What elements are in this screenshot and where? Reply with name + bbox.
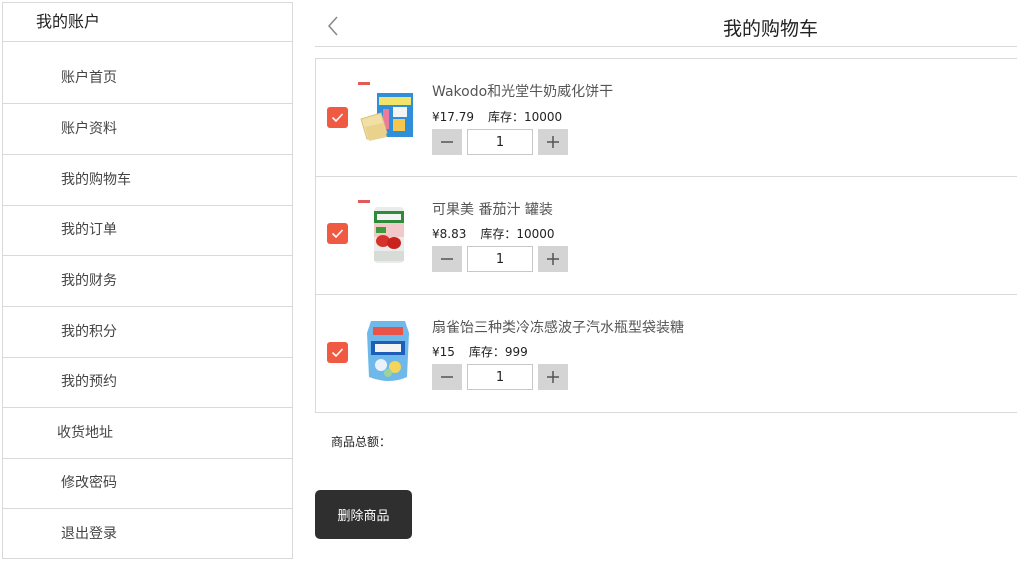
checkmark-icon xyxy=(331,229,344,239)
cart-list: Wakodo和光堂牛奶威化饼干 ¥17.79 库存：10000 1 可果美 番茄… xyxy=(315,58,1017,413)
product-price: ¥17.79 xyxy=(432,110,474,124)
plus-icon xyxy=(547,253,559,265)
sidebar-item-my-finance[interactable]: 我的财务 xyxy=(3,256,292,307)
sidebar-item-label: 修改密码 xyxy=(61,475,117,491)
cart-item: 扇雀饴三种类冷冻感波子汽水瓶型袋装糖 ¥15 库存：999 xyxy=(316,295,1017,413)
quantity-input[interactable] xyxy=(467,364,533,390)
account-sidebar: 我的账户 账户首页 账户资料 我的购物车 我的订单 我的财务 我的积分 我的预约… xyxy=(2,2,293,559)
sidebar-item-label: 我的订单 xyxy=(61,222,117,238)
product-stock: 库存：10000 xyxy=(488,110,563,124)
chevron-left-icon[interactable] xyxy=(323,13,343,39)
minus-icon xyxy=(441,376,453,378)
sidebar-item-account-home[interactable]: 账户首页 xyxy=(3,53,292,104)
sidebar-item-account-info[interactable]: 账户资料 xyxy=(3,104,292,155)
product-name[interactable]: Wakodo和光堂牛奶威化饼干 xyxy=(432,81,613,101)
product-name[interactable]: 扇雀饴三种类冷冻感波子汽水瓶型袋装糖 xyxy=(432,317,684,337)
checkmark-icon xyxy=(331,113,344,123)
ramune-candy-bag-image xyxy=(367,321,409,381)
increase-quantity-button[interactable] xyxy=(538,246,568,272)
sidebar-item-label: 退出登录 xyxy=(61,526,117,542)
product-meta: ¥15 库存：999 xyxy=(432,343,528,360)
sidebar-item-label: 我的积分 xyxy=(61,324,117,340)
sidebar-item-label: 我的预约 xyxy=(61,374,117,390)
sidebar-item-shipping-address[interactable]: 收货地址 xyxy=(3,408,292,459)
page-header: 我的购物车 xyxy=(315,5,1017,47)
product-price: ¥15 xyxy=(432,345,455,359)
product-meta: ¥8.83 库存：10000 xyxy=(432,225,555,242)
product-name[interactable]: 可果美 番茄汁 罐装 xyxy=(432,199,553,219)
plus-icon xyxy=(547,371,559,383)
increase-quantity-button[interactable] xyxy=(538,364,568,390)
product-image[interactable] xyxy=(357,79,419,151)
tomato-juice-can-image xyxy=(358,200,404,263)
cart-item: Wakodo和光堂牛奶威化饼干 ¥17.79 库存：10000 xyxy=(316,59,1017,177)
sidebar-item-my-orders[interactable]: 我的订单 xyxy=(3,205,292,256)
decrease-quantity-button[interactable] xyxy=(432,246,462,272)
sidebar-item-my-reservations[interactable]: 我的预约 xyxy=(3,357,292,408)
minus-icon xyxy=(441,141,453,143)
sidebar-item-label: 账户资料 xyxy=(61,121,117,137)
delete-items-button[interactable]: 删除商品 xyxy=(315,490,412,539)
decrease-quantity-button[interactable] xyxy=(432,129,462,155)
product-meta: ¥17.79 库存：10000 xyxy=(432,108,562,125)
quantity-input[interactable] xyxy=(467,246,533,272)
product-image[interactable] xyxy=(357,313,419,385)
cart-item: 可果美 番茄汁 罐装 ¥8.83 库存：10000 xyxy=(316,177,1017,295)
sidebar-item-logout[interactable]: 退出登录 xyxy=(3,509,292,560)
item-checkbox[interactable] xyxy=(327,342,348,363)
increase-quantity-button[interactable] xyxy=(538,129,568,155)
plus-icon xyxy=(547,136,559,148)
decrease-quantity-button[interactable] xyxy=(432,364,462,390)
product-stock: 库存：10000 xyxy=(480,227,555,241)
sidebar-item-change-password[interactable]: 修改密码 xyxy=(3,458,292,509)
sidebar-item-my-points[interactable]: 我的积分 xyxy=(3,307,292,358)
page-title: 我的购物车 xyxy=(723,18,819,40)
sidebar-item-label: 账户首页 xyxy=(61,70,117,86)
checkmark-icon xyxy=(331,348,344,358)
sidebar-item-label: 我的财务 xyxy=(61,273,117,289)
total-amount-label: 商品总额： xyxy=(331,435,392,449)
sidebar-item-label: 我的购物车 xyxy=(61,172,131,188)
sidebar-title: 我的账户 xyxy=(3,3,292,42)
item-checkbox[interactable] xyxy=(327,223,348,244)
product-stock: 库存：999 xyxy=(468,345,528,359)
product-image[interactable] xyxy=(357,197,419,269)
minus-icon xyxy=(441,258,453,260)
product-price: ¥8.83 xyxy=(432,227,467,241)
sidebar-item-label: 收货地址 xyxy=(57,425,113,441)
item-checkbox[interactable] xyxy=(327,107,348,128)
quantity-input[interactable] xyxy=(467,129,533,155)
wafer-box-image xyxy=(358,82,413,141)
sidebar-item-my-cart[interactable]: 我的购物车 xyxy=(3,155,292,206)
